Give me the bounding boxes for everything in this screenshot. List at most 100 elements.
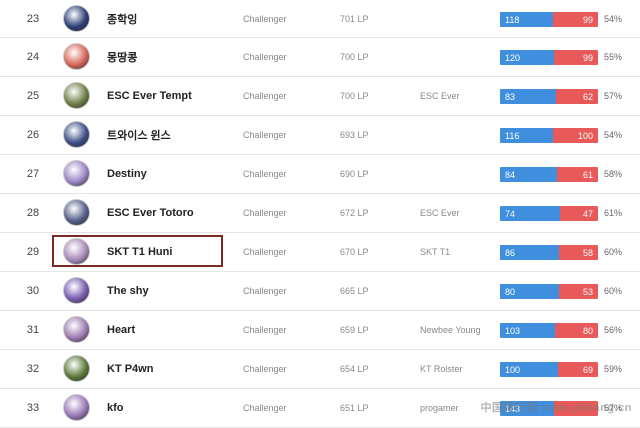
team-name: SKT T1	[420, 247, 451, 257]
losses-count: 100	[552, 128, 598, 143]
win-rate: 59%	[604, 364, 623, 374]
avatar[interactable]	[63, 355, 90, 382]
summoner-name-link[interactable]: 트와이스 윈스	[107, 116, 171, 154]
team-name: ESC Ever	[420, 208, 460, 218]
wins-count: 103	[500, 323, 556, 338]
wins-count: 74	[500, 206, 560, 221]
team-name: progamer	[420, 403, 459, 413]
win-rate: 61%	[604, 208, 623, 218]
league-points: 701 LP	[340, 13, 369, 24]
table-row[interactable]: 27 Destiny Challenger 690 LP 84 61 58%	[0, 155, 640, 194]
rank-number: 30	[26, 285, 40, 297]
win-loss-bar: 120 99	[500, 50, 598, 65]
rank-number: 28	[26, 207, 40, 219]
win-rate: 60%	[604, 286, 623, 296]
table-row[interactable]: 25 ESC Ever Tempt Challenger 700 LP ESC Ever…	[0, 77, 640, 116]
rank-number: 26	[26, 129, 40, 141]
rank-number: 23	[26, 12, 40, 25]
league-points: 670 LP	[340, 247, 369, 257]
losses-count: 62	[556, 89, 598, 104]
table-row[interactable]: 23 종학잉 Challenger 701 LP 118 99 54%	[0, 0, 640, 38]
avatar[interactable]	[63, 316, 90, 343]
wins-count: 116	[500, 128, 553, 143]
league-points: 690 LP	[340, 169, 369, 179]
league-points: 672 LP	[340, 208, 369, 218]
rank-number: 33	[26, 402, 40, 414]
win-loss-bar: 116 100	[500, 128, 598, 143]
tier-label: Challenger	[243, 286, 287, 296]
tier-label: Challenger	[243, 247, 287, 257]
win-loss-bar: 80 53	[500, 284, 598, 299]
avatar[interactable]	[63, 199, 90, 226]
win-loss-bar: 84 61	[500, 167, 598, 182]
summoner-name-link[interactable]: The shy	[107, 272, 149, 310]
losses-count: 61	[556, 167, 598, 182]
win-loss-bar: 100 69	[500, 362, 598, 377]
losses-count: 69	[557, 362, 598, 377]
tier-label: Challenger	[243, 130, 287, 140]
table-row[interactable]: 29 SKT T1 Huni Challenger 670 LP SKT T1 86 58 6…	[0, 233, 640, 272]
rank-number: 24	[26, 51, 40, 63]
wins-count: 86	[500, 245, 559, 260]
avatar[interactable]	[63, 5, 90, 32]
losses-count: 99	[553, 50, 598, 65]
league-points: 654 LP	[340, 364, 369, 374]
team-name: ESC Ever	[420, 91, 460, 101]
win-rate: 56%	[604, 325, 623, 335]
table-row[interactable]: 32 KT P4wn Challenger 654 LP KT Rolster 100 69…	[0, 350, 640, 389]
table-row[interactable]: 26 트와이스 윈스 Challenger 693 LP 116 100 54%	[0, 116, 640, 155]
avatar[interactable]	[63, 82, 90, 109]
win-loss-bar: 103 80	[500, 323, 598, 338]
league-points: 665 LP	[340, 286, 369, 296]
summoner-name-link[interactable]: kfo	[107, 389, 124, 427]
win-loss-bar: 74 47	[500, 206, 598, 221]
ranking-table: 23 종학잉 Challenger 701 LP 118 99 54% 24 몽땅콩 Challe…	[0, 0, 640, 428]
avatar[interactable]	[63, 121, 90, 148]
wins-count: 80	[500, 284, 559, 299]
losses-count: 53	[558, 284, 598, 299]
tier-label: Challenger	[243, 91, 287, 101]
table-row[interactable]: 24 몽땅콩 Challenger 700 LP 120 99 55%	[0, 38, 640, 77]
losses-count: 58	[558, 245, 598, 260]
tier-label: Challenger	[243, 208, 287, 218]
rank-number: 31	[26, 324, 40, 336]
losses-count: 47	[559, 206, 598, 221]
win-loss-bar: 118 99	[500, 12, 598, 27]
summoner-name-link[interactable]: ESC Ever Totoro	[107, 194, 194, 232]
win-rate: 54%	[604, 130, 623, 140]
league-points: 693 LP	[340, 130, 369, 140]
win-rate: 55%	[604, 52, 623, 62]
table-row[interactable]: 31 Heart Challenger 659 LP Newbee Young 103 80…	[0, 311, 640, 350]
win-rate: 57%	[604, 91, 623, 101]
tier-label: Challenger	[243, 169, 287, 179]
table-row[interactable]: 28 ESC Ever Totoro Challenger 672 LP ESC Eve…	[0, 194, 640, 233]
tier-label: Challenger	[243, 403, 287, 413]
avatar[interactable]	[63, 43, 90, 70]
summoner-name-link[interactable]: Heart	[107, 311, 135, 349]
rank-number: 29	[26, 246, 40, 258]
team-name: KT Rolster	[420, 364, 463, 374]
league-points: 659 LP	[340, 325, 369, 335]
summoner-name-link[interactable]: ESC Ever Tempt	[107, 77, 192, 115]
tier-label: Challenger	[243, 13, 287, 24]
win-rate: 60%	[604, 247, 623, 257]
avatar[interactable]	[63, 277, 90, 304]
summoner-name-link[interactable]: 몽땅콩	[107, 38, 137, 76]
table-row[interactable]: 30 The shy Challenger 665 LP 80 53 60%	[0, 272, 640, 311]
summoner-name-link[interactable]: Destiny	[107, 155, 147, 193]
win-loss-bar: 83 62	[500, 89, 598, 104]
highlight-box	[52, 235, 223, 267]
league-points: 700 LP	[340, 91, 369, 101]
wins-count: 120	[500, 50, 554, 65]
avatar[interactable]	[63, 394, 90, 421]
wins-count: 100	[500, 362, 558, 377]
wins-count: 83	[500, 89, 557, 104]
tier-label: Challenger	[243, 52, 287, 62]
avatar[interactable]	[63, 160, 90, 187]
watermark: 中国排行网 www.phbang.cn	[480, 402, 632, 414]
summoner-name-link[interactable]: KT P4wn	[107, 350, 153, 388]
win-rate: 58%	[604, 169, 623, 179]
rank-number: 32	[26, 363, 40, 375]
win-rate: 54%	[604, 13, 623, 24]
summoner-name-link[interactable]: 종학잉	[107, 0, 137, 37]
